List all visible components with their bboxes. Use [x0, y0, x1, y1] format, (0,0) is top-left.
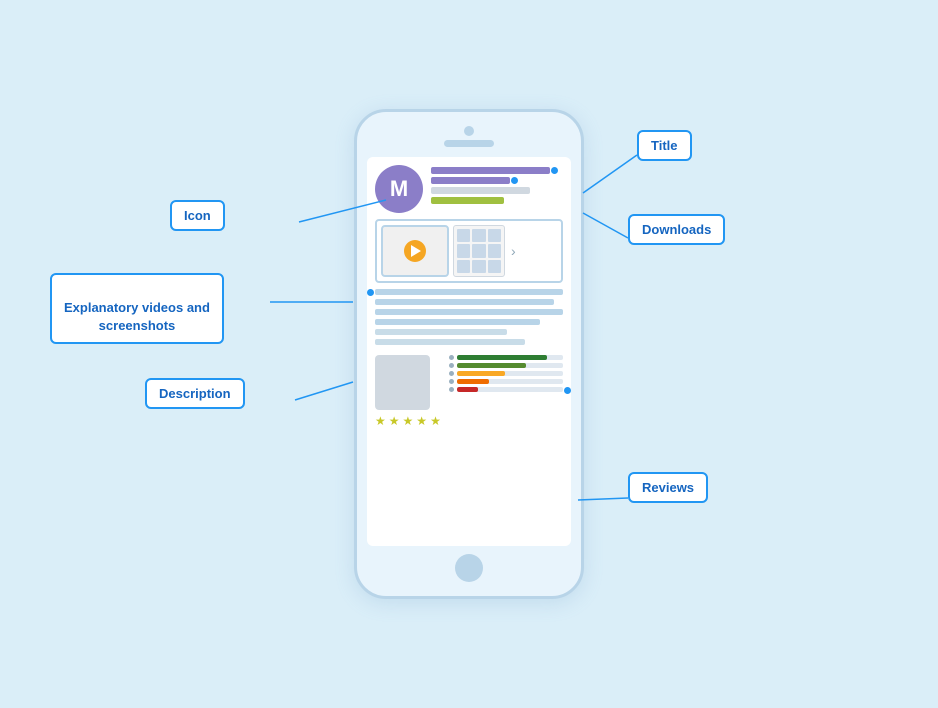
rating-dot: [449, 371, 454, 376]
rating-dot: [449, 363, 454, 368]
phone-camera: [464, 126, 474, 136]
play-button[interactable]: [404, 240, 426, 262]
star-2: ★: [389, 414, 400, 428]
desc-bar-4: [375, 319, 540, 325]
description-callout: Description: [145, 378, 245, 409]
star-4: ★: [416, 414, 427, 428]
app-title-bar: [431, 167, 550, 174]
desc-dot: [367, 289, 374, 296]
screenshot-grid: [453, 225, 505, 277]
title-dot: [551, 167, 558, 174]
stars-row: ★ ★ ★ ★ ★: [375, 414, 441, 428]
app-info: [431, 165, 563, 204]
phone-screen: M: [367, 157, 571, 546]
reviews-section: ★ ★ ★ ★ ★: [375, 355, 563, 428]
desc-bar-2: [375, 299, 554, 305]
rating-bar-bg: [457, 371, 563, 376]
rating-bar-bg: [457, 355, 563, 360]
rating-dot: [449, 355, 454, 360]
grid-cell: [472, 229, 485, 242]
rating-bar-bg: [457, 387, 563, 392]
grid-cell: [488, 244, 501, 257]
grid-cell: [472, 244, 485, 257]
grid-cell: [457, 244, 470, 257]
app-icon: M: [375, 165, 423, 213]
grid-cell: [488, 260, 501, 273]
desc-bar-6: [375, 339, 525, 345]
video-thumbnail: [381, 225, 449, 277]
app-subtitle-bar: [431, 177, 510, 184]
desc-bar-1: [375, 289, 563, 295]
rating-fill: [457, 387, 478, 392]
star-1: ★: [375, 414, 386, 428]
rating-fill: [457, 363, 526, 368]
phone-speaker: [444, 140, 494, 147]
chevron-right-icon: ›: [511, 243, 516, 259]
rating-dot: [449, 379, 454, 384]
rating-bars: [449, 355, 563, 392]
rating-row-4: [449, 363, 563, 368]
app-info-bar1: [431, 187, 530, 194]
reviews-dot: [564, 387, 571, 394]
screenshots-row: ›: [375, 219, 563, 283]
app-header: M: [375, 165, 563, 213]
phone-mockup: M: [354, 109, 584, 599]
rating-fill: [457, 371, 505, 376]
downloads-callout: Downloads: [628, 214, 725, 245]
description-section: [375, 289, 563, 345]
rating-bar-bg: [457, 363, 563, 368]
desc-bar-3: [375, 309, 563, 315]
icon-callout: Icon: [170, 200, 225, 231]
star-3: ★: [403, 414, 414, 428]
rating-bar-bg: [457, 379, 563, 384]
title-callout: Title: [637, 130, 692, 161]
review-thumbnail: [375, 355, 430, 410]
desc-bar-5: [375, 329, 507, 335]
grid-cell: [472, 260, 485, 273]
app-info-bar2: [431, 197, 504, 204]
rating-fill: [457, 355, 547, 360]
grid-cell: [488, 229, 501, 242]
rating-row-5: [449, 355, 563, 360]
rating-fill: [457, 379, 489, 384]
downloads-dot: [511, 177, 518, 184]
rating-dot: [449, 387, 454, 392]
phone-home-button: [455, 554, 483, 582]
reviews-callout: Reviews: [628, 472, 708, 503]
rating-row-1: [449, 387, 563, 392]
rating-row-2: [449, 379, 563, 384]
grid-cell: [457, 229, 470, 242]
play-icon: [411, 245, 421, 257]
rating-row-3: [449, 371, 563, 376]
star-5: ★: [430, 414, 441, 428]
explanatory-callout: Explanatory videos and screenshots: [50, 273, 224, 344]
grid-cell: [457, 260, 470, 273]
